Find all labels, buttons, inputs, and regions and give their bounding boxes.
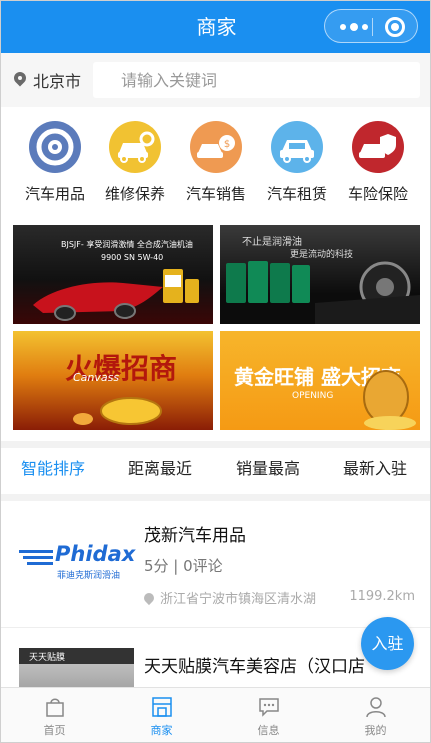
category-maintenance[interactable]: 维修保养 <box>92 121 178 204</box>
tab-newest[interactable]: 最新入驻 <box>343 448 407 494</box>
shop-address: 浙江省宁波市镇海区清水湖 <box>141 588 317 607</box>
list-item[interactable]: Phidax 菲迪克斯润滑油 茂新汽车用品 5分 | 0评论 浙江省宁波市镇海区… <box>1 501 430 627</box>
category-car-sales[interactable]: $ 汽车销售 <box>173 121 259 204</box>
category-label: 汽车用品 <box>24 185 85 203</box>
sports-car-image <box>33 269 199 321</box>
top-bar: 商家 <box>1 1 430 53</box>
oil-bottles-image <box>226 261 420 324</box>
banner-recruit-merchants[interactable]: 火爆招商 Canvass <box>13 331 213 430</box>
category-label: 汽车租赁 <box>266 185 327 203</box>
category-car-rental[interactable]: 汽车租赁 <box>254 121 340 204</box>
nav-label: 信息 <box>257 724 280 737</box>
location-pin-icon <box>14 72 26 88</box>
location-pin-icon <box>141 590 157 606</box>
capsule-divider <box>372 18 373 36</box>
car-insurance-icon <box>352 121 404 173</box>
category-label: 车险保险 <box>347 185 408 203</box>
close-program-icon[interactable] <box>385 17 405 37</box>
shop-bag-icon <box>46 698 64 717</box>
gold-ingots-image <box>73 397 162 425</box>
category-auto-supplies[interactable]: 汽车用品 <box>12 121 98 204</box>
money-bag-image <box>363 370 416 430</box>
nav-profile[interactable]: 我的 <box>322 688 429 742</box>
city-label: 北京市 <box>33 72 82 91</box>
tab-top-sales[interactable]: 销量最高 <box>236 448 300 494</box>
banner-engine-oil[interactable]: BJSJF- 享受润滑激情 全合成汽油机油 9900 SN 5W-40 <box>13 225 213 324</box>
shop-photo: 天天贴膜 <box>19 648 134 687</box>
category-label: 汽车销售 <box>185 185 246 203</box>
category-label: 维修保养 <box>104 185 165 203</box>
svg-text:$: $ <box>224 139 230 150</box>
city-selector[interactable]: 北京市 <box>14 68 81 92</box>
join-button[interactable]: 入驻 <box>361 617 414 670</box>
search-bar: 北京市 <box>1 53 430 107</box>
mini-program-capsule <box>324 9 418 43</box>
tab-nearest[interactable]: 距离最近 <box>128 448 192 494</box>
shop-rating: 5分 | 0评论 <box>144 557 223 575</box>
shop-distance: 1199.2km <box>349 589 415 604</box>
store-icon <box>152 697 172 717</box>
banner-grand-opening[interactable]: 黄金旺铺 盛大招商 OPENING <box>220 331 420 430</box>
banner-lubricant-tech[interactable]: 不止是润滑油 更是流动的科技 <box>220 225 420 324</box>
tab-smart-sort[interactable]: 智能排序 <box>21 448 85 494</box>
nav-home[interactable]: 首页 <box>1 688 108 742</box>
shop-name: 茂新汽车用品 <box>144 526 246 546</box>
category-car-insurance[interactable]: 车险保险 <box>335 121 421 204</box>
nav-messages[interactable]: 信息 <box>215 688 322 742</box>
nav-merchants[interactable]: 商家 <box>108 688 215 742</box>
promo-banners: BJSJF- 享受润滑激情 全合成汽油机油 9900 SN 5W-40 不止是润… <box>1 219 430 441</box>
tire-icon <box>29 121 81 173</box>
logo-subtext: 菲迪克斯润滑油 <box>57 571 121 581</box>
shop-sign: 天天贴膜 <box>29 653 66 663</box>
shop-logo: Phidax 菲迪克斯润滑油 <box>19 538 135 584</box>
repair-car-icon <box>109 121 161 173</box>
logo-text: Phidax <box>55 542 136 566</box>
nav-label: 首页 <box>43 724 66 737</box>
bottom-nav: 首页 商家 信息 我的 <box>1 687 430 742</box>
nav-label: 我的 <box>364 724 387 737</box>
address-text: 浙江省宁波市镇海区清水湖 <box>160 592 317 607</box>
category-grid: 汽车用品 维修保养 $ 汽车销售 汽车租赁 车险保险 <box>1 107 430 219</box>
message-icon <box>259 698 279 717</box>
search-input[interactable] <box>93 62 420 98</box>
shop-name: 天天贴膜汽车美容店（汉口店 <box>144 657 365 677</box>
more-options-icon[interactable] <box>337 10 371 44</box>
car-rental-icon <box>271 121 323 173</box>
user-icon <box>366 697 386 718</box>
app-frame: 商家 北京市 汽车用品 维修保养 $ <box>0 0 431 743</box>
nav-label: 商家 <box>150 724 173 737</box>
car-sale-icon: $ <box>190 121 242 173</box>
sort-tabs: 智能排序 距离最近 销量最高 最新入驻 <box>1 448 430 494</box>
